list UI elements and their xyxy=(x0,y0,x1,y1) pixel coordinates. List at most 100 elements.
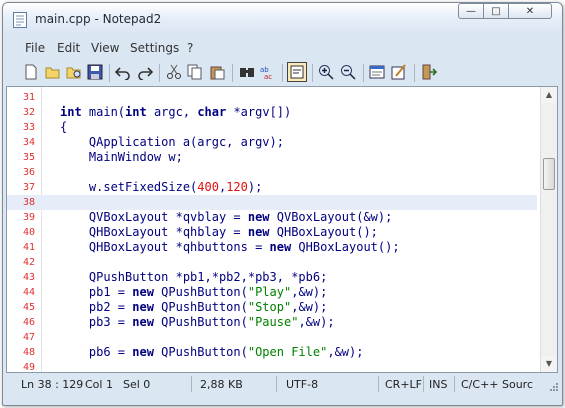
word-wrap-icon[interactable] xyxy=(287,62,307,82)
undo-icon[interactable] xyxy=(115,64,131,80)
keyword-token: new xyxy=(247,210,270,224)
scroll-up-arrow-icon[interactable]: ▲ xyxy=(541,87,557,103)
replace-icon[interactable]: abac xyxy=(260,64,276,80)
code-line[interactable]: 31 xyxy=(7,90,537,105)
toolbar-separator xyxy=(109,64,110,82)
toolbar-separator xyxy=(232,64,233,82)
text-editor[interactable]: 31 32 int main(int argc, char *argv[]) 33 {3… xyxy=(6,86,558,373)
status-position: Ln 38 : 129 xyxy=(21,378,84,391)
vertical-scrollbar[interactable]: ▲ ▼ xyxy=(540,87,557,372)
menu-file[interactable]: File xyxy=(25,41,45,55)
code-line[interactable]: 33 { xyxy=(7,120,537,135)
code-line[interactable]: 36 xyxy=(7,165,537,180)
line-number: 40 xyxy=(22,227,35,238)
code-token: w.setFixedSize( xyxy=(60,180,198,194)
status-line-endings[interactable]: CR+LF xyxy=(385,378,422,391)
line-number: 48 xyxy=(22,347,35,358)
toolbar-separator xyxy=(363,64,364,82)
code-token: QHBoxLayout *qhblay = xyxy=(60,225,248,239)
code-line[interactable]: 43 QPushButton *pb1,*pb2,*pb3, *pb6; xyxy=(7,270,537,285)
menu-settings[interactable]: Settings xyxy=(130,41,179,55)
code-token: ,&w); xyxy=(327,345,364,359)
code-token: QPushButton( xyxy=(153,315,248,329)
svg-text:ac: ac xyxy=(264,73,272,80)
toolbar-separator xyxy=(414,64,415,82)
new-file-icon[interactable] xyxy=(23,64,39,80)
code-token: QPushButton( xyxy=(153,345,248,359)
keyword-token: new xyxy=(269,240,292,254)
code-token: ); xyxy=(247,180,263,194)
code-line[interactable]: 34 QApplication a(argc, argv); xyxy=(7,135,537,150)
status-encoding[interactable]: UTF-8 xyxy=(286,378,318,391)
string-token: "Open File" xyxy=(247,345,328,359)
scheme-icon[interactable] xyxy=(369,64,385,80)
code-text: QPushButton *pb1,*pb2,*pb3, *pb6; xyxy=(60,270,327,285)
code-line[interactable]: 49 xyxy=(7,360,537,372)
status-separator xyxy=(191,376,192,392)
minimize-button[interactable]: — xyxy=(458,3,484,19)
code-token: ,&w); xyxy=(298,315,335,329)
keyword-token: new xyxy=(132,345,154,359)
customize-schemes-icon[interactable] xyxy=(391,64,407,80)
browse-icon[interactable] xyxy=(66,64,82,80)
code-token: pb3 = xyxy=(60,315,133,329)
app-icon xyxy=(13,12,27,28)
keyword-token: new xyxy=(132,300,154,314)
resize-grip-icon[interactable] xyxy=(549,382,558,391)
status-bar: Ln 38 : 129 Col 1 Sel 0 2,88 KB UTF-8 CR… xyxy=(3,374,562,394)
code-text: int main(int argc, char *argv[]) xyxy=(60,105,291,120)
open-folder-icon[interactable] xyxy=(45,64,61,80)
line-number: 33 xyxy=(22,122,35,133)
status-separator xyxy=(276,376,277,392)
code-line[interactable]: 40 QHBoxLayout *qhblay = new QHBoxLayout… xyxy=(7,225,537,240)
keyword-token: char xyxy=(197,105,227,119)
code-text: pb2 = new QPushButton("Stop",&w); xyxy=(60,300,327,315)
menu-help[interactable]: ? xyxy=(187,41,193,55)
paste-icon[interactable] xyxy=(209,64,225,80)
code-token: MainWindow w; xyxy=(60,150,183,164)
code-token: ,&w); xyxy=(291,300,328,314)
zoom-in-icon[interactable] xyxy=(318,64,334,80)
code-line[interactable]: 35 MainWindow w; xyxy=(7,150,537,165)
exit-icon[interactable] xyxy=(421,64,437,80)
title-bar[interactable]: main.cpp - Notepad2 — □ ✕ xyxy=(3,3,562,35)
copy-icon[interactable] xyxy=(187,64,203,80)
toolbar-separator xyxy=(312,64,313,82)
code-line[interactable]: 32 int main(int argc, char *argv[]) xyxy=(7,105,537,120)
save-icon[interactable] xyxy=(87,64,103,80)
code-line[interactable]: 42 xyxy=(7,255,537,270)
code-text: MainWindow w; xyxy=(60,150,183,165)
code-line[interactable]: 48 pb6 = new QPushButton("Open File",&w)… xyxy=(7,345,537,360)
menu-edit[interactable]: Edit xyxy=(57,41,80,55)
line-number: 35 xyxy=(22,152,35,163)
cut-icon[interactable] xyxy=(166,64,182,80)
find-icon[interactable] xyxy=(239,64,255,80)
maximize-button[interactable]: □ xyxy=(483,3,509,19)
code-token: QHBoxLayout(); xyxy=(291,240,400,254)
code-line[interactable]: 39 QVBoxLayout *qvblay = new QVBoxLayout… xyxy=(7,210,537,225)
close-button[interactable]: ✕ xyxy=(508,3,552,19)
keyword-token: new xyxy=(247,225,270,239)
status-file-size: 2,88 KB xyxy=(200,378,243,391)
zoom-out-icon[interactable] xyxy=(340,64,356,80)
keyword-token: new xyxy=(132,285,154,299)
status-lexer[interactable]: C/C++ Sourc xyxy=(461,378,533,391)
scroll-thumb[interactable] xyxy=(543,158,555,190)
code-token: QApplication a(argc, argv); xyxy=(60,135,284,149)
code-text: QApplication a(argc, argv); xyxy=(60,135,284,150)
line-number: 46 xyxy=(22,317,35,328)
status-separator xyxy=(378,376,379,392)
code-line[interactable]: 37 w.setFixedSize(400,120); xyxy=(7,180,537,195)
code-line[interactable]: 47 xyxy=(7,330,537,345)
code-line[interactable]: 38 xyxy=(7,195,537,210)
number-token: 120 xyxy=(226,180,248,194)
code-line[interactable]: 44 pb1 = new QPushButton("Play",&w); xyxy=(7,285,537,300)
code-line[interactable]: 46 pb3 = new QPushButton("Pause",&w); xyxy=(7,315,537,330)
code-line[interactable]: 45 pb2 = new QPushButton("Stop",&w); xyxy=(7,300,537,315)
scroll-down-arrow-icon[interactable]: ▼ xyxy=(541,356,557,372)
code-line[interactable]: 41 QHBoxLayout *qhbuttons = new QHBoxLay… xyxy=(7,240,537,255)
line-number: 31 xyxy=(22,92,35,103)
redo-icon[interactable] xyxy=(137,64,153,80)
code-text: pb3 = new QPushButton("Pause",&w); xyxy=(60,315,335,330)
menu-view[interactable]: View xyxy=(91,41,119,55)
